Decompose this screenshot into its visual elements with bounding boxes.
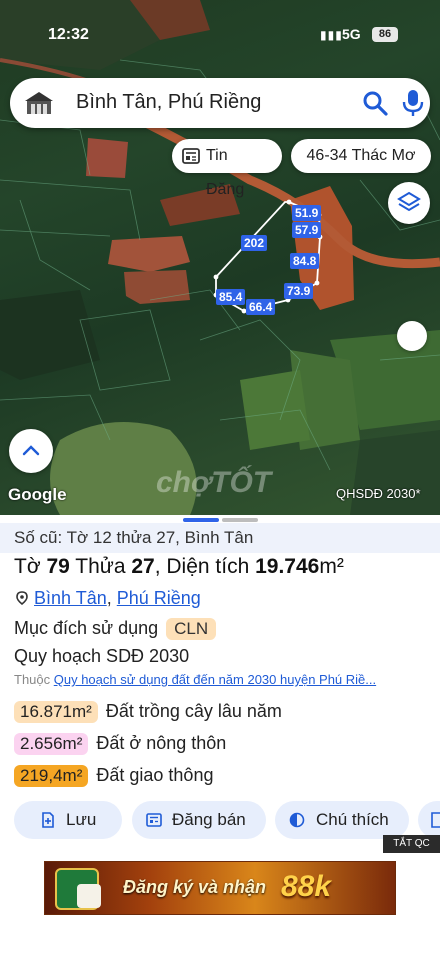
lot-label: Thửa: [69, 555, 132, 578]
dimension-label: 51.9: [292, 205, 322, 221]
parcel-info-sheet: Số cũ: Tờ 12 thửa 27, Bình Tân Tờ 79 Thử…: [0, 515, 440, 960]
search-query[interactable]: Bình Tân, Phú Riềng: [76, 91, 261, 114]
old-parcel-row: Số cũ: Tờ 12 thửa 27, Bình Tân: [0, 523, 440, 553]
search-icon[interactable]: [362, 90, 388, 116]
parcel-summary: Tờ 79 Thửa 27, Diện tích 19.746m²: [14, 555, 344, 579]
ad-highlight: 88k: [281, 870, 332, 903]
dimension-label: 57.9: [292, 222, 322, 238]
area-value: 19.746: [255, 555, 320, 578]
sheet-handle-active[interactable]: [183, 518, 219, 522]
location-row: Bình Tân, Phú Riềng: [16, 588, 201, 609]
purpose-row: Mục đích sử dụng CLN: [14, 618, 217, 640]
building-icon[interactable]: [24, 90, 54, 116]
more-actions-button[interactable]: [418, 801, 440, 839]
status-time: 12:32: [48, 26, 89, 43]
dimension-label: 202: [241, 235, 268, 251]
ad-text: Đăng ký và nhận: [123, 877, 267, 897]
status-bar: 12:32 ▮▮▮ 5G 86: [0, 24, 440, 48]
legend-button-label: Chú thích: [316, 810, 389, 829]
dimension-label: 84.8: [290, 253, 320, 269]
area-label: , Diện tích: [154, 555, 256, 578]
plan-source-link[interactable]: Quy hoạch sử dụng đất đến năm 2030 huyện…: [54, 672, 376, 687]
newspaper-icon: [146, 813, 162, 827]
land-use-row: 16.871m² Đất trồng cây lâu năm: [14, 701, 282, 725]
land-use-area-badge: 16.871m²: [14, 701, 98, 723]
chevron-up-icon: [22, 445, 40, 456]
google-logo: Google: [8, 485, 67, 504]
note-add-icon: [431, 812, 440, 828]
plan-label: Quy hoạch SDĐ 2030: [14, 646, 190, 666]
post-sale-button[interactable]: Đăng bán: [132, 801, 266, 839]
district-link[interactable]: Phú Riềng: [117, 588, 201, 608]
source-prefix: Thuộc: [14, 672, 54, 687]
layers-icon: [397, 191, 421, 212]
microphone-icon[interactable]: [402, 89, 424, 117]
news-chip[interactable]: Tin Đăng: [172, 139, 282, 198]
save-button-label: Lưu: [66, 810, 97, 829]
land-use-area-badge: 2.656m²: [14, 733, 89, 755]
network-label: 5G: [342, 26, 361, 42]
location-pin-icon: [16, 591, 28, 605]
land-use-area-badge: 219,4m²: [14, 765, 89, 787]
area-unit: m²: [319, 555, 344, 578]
ad-banner[interactable]: Đăng ký và nhận 88k: [44, 861, 396, 915]
old-parcel-info: Số cũ: Tờ 12 thửa 27, Bình Tân: [14, 528, 254, 547]
land-use-row: 2.656m² Đất ở nông thôn: [14, 733, 226, 757]
ward-link[interactable]: Bình Tân: [34, 588, 107, 608]
expand-button[interactable]: [9, 429, 53, 473]
road-chip[interactable]: 46-34 Thác Mơ: [291, 139, 431, 173]
dimension-label: 73.9: [284, 283, 314, 299]
watermark: chợTỐT: [156, 466, 272, 499]
land-use-label: Đất trồng cây lâu năm: [105, 701, 282, 721]
lot-number: 27: [131, 555, 155, 578]
newspaper-icon: [182, 148, 200, 164]
battery-icon: 86: [372, 27, 398, 42]
sheet-number: 79: [46, 555, 70, 578]
news-chip-label: Tin Đăng: [206, 147, 245, 198]
contrast-icon: [289, 812, 305, 828]
save-button[interactable]: Lưu: [14, 801, 122, 839]
close-ad-button[interactable]: TẮT QC: [383, 835, 440, 853]
map-view[interactable]: 51.9 57.9 202 84.8 73.9 85.4 66.4 12:32 …: [0, 0, 440, 515]
legend-button[interactable]: Chú thích: [275, 801, 409, 839]
land-use-label: Đất giao thông: [96, 765, 214, 785]
map-handle[interactable]: [397, 321, 427, 351]
add-bookmark-icon: [42, 812, 54, 828]
dimension-label: 66.4: [246, 299, 276, 315]
land-use-label: Đất ở nông thôn: [96, 733, 227, 753]
dimension-label: 85.4: [216, 289, 246, 305]
sheet-handle[interactable]: [222, 518, 258, 522]
land-use-row: 219,4m² Đất giao thông: [14, 765, 213, 789]
plan-source-row: Thuộc Quy hoạch sử dụng đất đến năm 2030…: [14, 672, 438, 687]
purpose-label: Mục đích sử dụng: [14, 618, 159, 638]
post-sale-button-label: Đăng bán: [172, 810, 246, 829]
location-separator: ,: [106, 588, 117, 608]
search-bar[interactable]: Bình Tân, Phú Riềng: [10, 78, 430, 128]
sheet-label: Tờ: [14, 555, 47, 578]
signal-icon: ▮▮▮: [320, 28, 343, 42]
layer-label: QHSDĐ 2030*: [336, 486, 421, 501]
layers-button[interactable]: [388, 182, 430, 224]
ad-logo: [55, 868, 101, 910]
purpose-code-badge: CLN: [166, 618, 217, 640]
